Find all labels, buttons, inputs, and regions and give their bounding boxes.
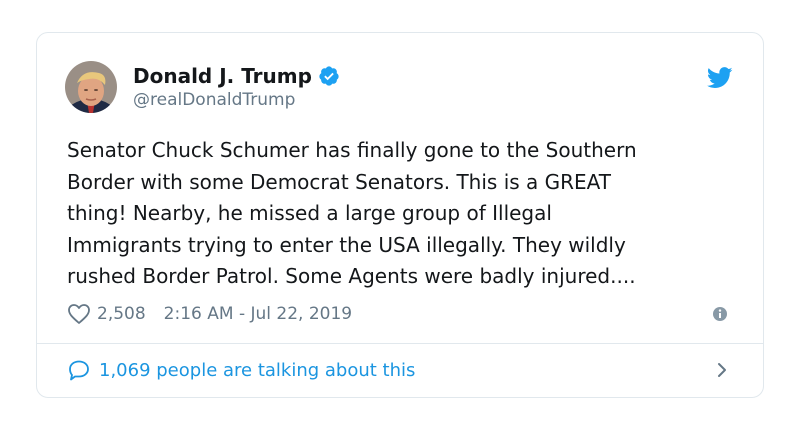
tweet-header: Donald J. Trump @realDonaldTrump: [65, 61, 735, 121]
twitter-bird-icon[interactable]: [706, 67, 733, 89]
talking-link[interactable]: 1,069 people are talking about this: [67, 355, 735, 385]
talking-label[interactable]: 1,069 people are talking about this: [99, 360, 415, 381]
tweet-text: Senator Chuck Schumer has finally gone t…: [67, 138, 637, 288]
info-icon[interactable]: [711, 305, 729, 323]
timestamp[interactable]: 2:16 AM - Jul 22, 2019: [164, 304, 352, 324]
like-count[interactable]: 2,508: [97, 304, 146, 324]
author-names: Donald J. Trump @realDonaldTrump: [133, 63, 340, 111]
display-name[interactable]: Donald J. Trump: [133, 63, 340, 89]
divider: [37, 343, 763, 344]
verified-badge-icon: [318, 65, 340, 87]
handle[interactable]: @realDonaldTrump: [133, 89, 340, 111]
chevron-right-icon[interactable]: [715, 361, 729, 379]
avatar[interactable]: [65, 61, 117, 113]
heart-outline-icon[interactable]: [67, 303, 91, 325]
speech-bubble-icon: [67, 359, 91, 381]
tweet-meta: 2,508 2:16 AM - Jul 22, 2019: [67, 301, 735, 327]
display-name-text[interactable]: Donald J. Trump: [133, 63, 312, 89]
tweet-card[interactable]: Donald J. Trump @realDonaldTrump Senator…: [36, 32, 764, 398]
